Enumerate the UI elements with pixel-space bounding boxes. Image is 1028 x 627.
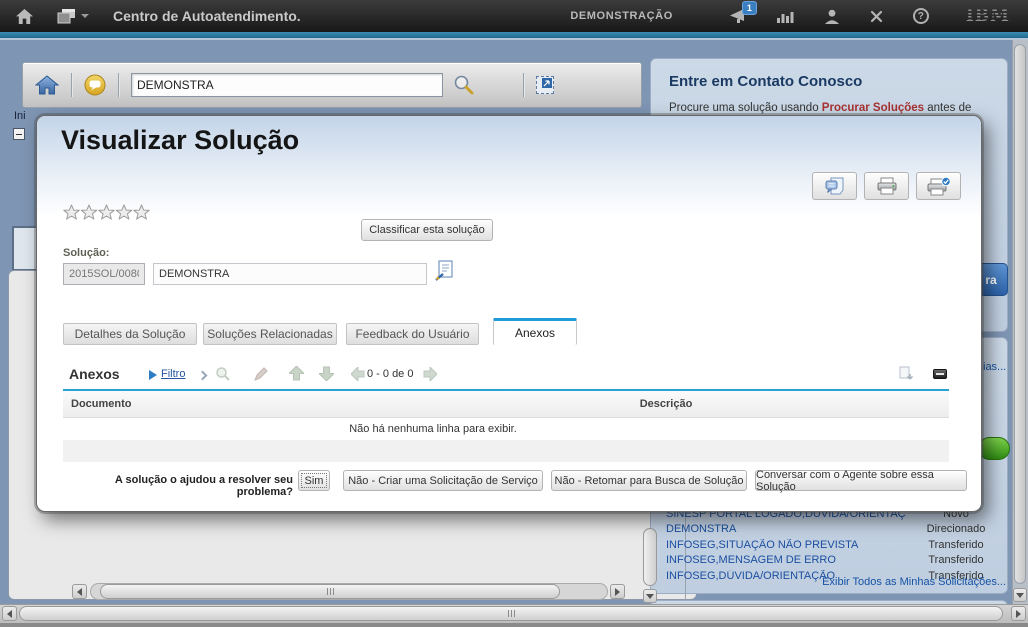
filter-run-icon[interactable] <box>149 370 157 380</box>
move-up-icon-disabled <box>289 366 304 386</box>
notification-badge: 1 <box>742 1 757 15</box>
export-icon-disabled <box>898 366 914 387</box>
section-title: Anexos <box>69 366 120 382</box>
solution-id-field[interactable] <box>63 263 145 285</box>
requests-list: SINESP PORTAL LOGADO,DÚVIDA/ORIENTAÇÃO N… <box>666 506 1006 584</box>
minimize-icon[interactable] <box>933 369 947 379</box>
scroll-left-button[interactable] <box>72 584 87 599</box>
scroll-right-button[interactable] <box>1011 606 1026 621</box>
move-down-icon-disabled <box>319 366 334 386</box>
table-empty-message: Não há nenhuma linha para exibir. <box>63 418 803 440</box>
dialog-title: Visualizar Solução <box>61 125 299 156</box>
long-description-icon[interactable] <box>435 260 454 286</box>
question-label: A solução o ajudou a resolver seu proble… <box>57 474 293 498</box>
body-text: Procure uma solução usando <box>669 102 822 114</box>
tab-related-solutions[interactable]: Soluções Relacionadas <box>203 323 337 345</box>
app-title: Centro de Autoatendimento. <box>113 8 301 24</box>
background-text-fragment: Ini <box>14 110 26 122</box>
list-item: INFOSEG,MENSAGEM DE ERRO Transferido <box>666 553 1006 569</box>
answer-yes-button[interactable]: Sim <box>298 470 330 491</box>
home-icon[interactable] <box>35 75 59 95</box>
announcement-icon[interactable]: 1 <box>728 9 746 23</box>
request-link[interactable]: INFOSEG,SITUAÇÃO NÃO PREVISTA <box>666 539 906 551</box>
separator <box>71 73 72 97</box>
panel-link-fragment[interactable]: ias... <box>983 361 1006 373</box>
tab-attachments[interactable]: Anexos <box>493 318 577 345</box>
status-indicator-fragment <box>978 437 1010 460</box>
scrollbar-thumb[interactable] <box>19 606 1003 621</box>
chevron-right-icon[interactable] <box>198 371 208 381</box>
rate-solution-button[interactable]: Classificar esta solução <box>361 219 493 241</box>
print-check-button[interactable] <box>916 172 961 200</box>
request-link[interactable]: INFOSEG,MENSAGEM DE ERRO <box>666 554 906 566</box>
tab-user-feedback[interactable]: Feedback do Usuário <box>346 323 479 345</box>
pagination-label: 0 - 0 de 0 <box>367 368 413 380</box>
ibm-logo: IBM <box>966 6 1010 26</box>
scrollbar-thumb[interactable] <box>1014 44 1026 584</box>
collapse-icon[interactable] <box>13 128 25 140</box>
solution-description-field[interactable] <box>153 263 427 285</box>
solution-label: Solução: <box>63 247 109 259</box>
answer-return-search-button[interactable]: Não - Retomar para Busca de Solução <box>551 470 747 491</box>
scroll-right-button[interactable] <box>610 584 625 599</box>
expand-icon[interactable] <box>536 76 554 94</box>
print-button[interactable] <box>864 172 909 200</box>
chat-icon[interactable] <box>84 74 106 96</box>
main-toolbar <box>22 62 642 108</box>
scroll-down-button[interactable] <box>1013 588 1027 602</box>
next-page-icon-disabled <box>423 367 437 386</box>
filter-link[interactable]: Filtro <box>161 368 185 380</box>
search-icon-disabled <box>215 366 231 387</box>
prev-page-icon-disabled <box>351 367 365 386</box>
scroll-left-button[interactable] <box>2 606 17 621</box>
list-item: INFOSEG,SITUAÇÃO NÃO PREVISTA Transferid… <box>666 537 1006 553</box>
highlight-strip <box>0 38 1028 40</box>
search-input[interactable] <box>131 73 443 97</box>
scroll-down-button[interactable] <box>643 589 657 603</box>
table-header: Documento Descrição <box>63 391 949 418</box>
search-solutions-link[interactable]: Procurar Soluções <box>822 102 924 114</box>
request-link[interactable]: DEMONSTRA <box>666 523 906 535</box>
view-solution-dialog: Visualizar Solução <box>36 115 982 512</box>
list-item: DEMONSTRA Direcionado <box>666 522 1006 538</box>
user-icon[interactable] <box>824 9 840 24</box>
show-all-requests-link[interactable]: Exibir Todos as Minhas Solicitações... <box>666 576 1006 588</box>
comment-button[interactable] <box>812 172 857 200</box>
top-bar: Centro de Autoatendimento. DEMONSTRAÇÃO … <box>0 0 1028 32</box>
edit-icon-disabled <box>253 366 269 387</box>
environment-label: DEMONSTRAÇÃO <box>570 10 673 22</box>
home-icon[interactable] <box>16 9 33 24</box>
rating-stars[interactable] <box>63 204 151 221</box>
status-badge: Transferido <box>906 554 1006 566</box>
status-badge: Transferido <box>906 539 1006 551</box>
search-icon[interactable] <box>453 74 475 96</box>
column-header-document: Documento <box>63 398 383 410</box>
answer-chat-agent-button[interactable]: Conversar com o Agente sobre essa Soluçã… <box>755 470 967 491</box>
scrollbar-thumb[interactable] <box>100 584 560 599</box>
separator <box>523 73 524 97</box>
app-menu-icon[interactable] <box>57 9 89 24</box>
help-icon[interactable] <box>913 8 929 24</box>
dialog-toolbar <box>812 172 961 200</box>
chart-icon[interactable] <box>776 9 794 23</box>
answer-create-request-button[interactable]: Não - Criar uma Solicitação de Serviço <box>343 470 543 491</box>
close-icon[interactable] <box>870 10 883 23</box>
chevron-down-icon <box>81 14 89 18</box>
window-edge <box>0 623 1028 627</box>
column-header-description: Descrição <box>383 398 949 410</box>
separator <box>118 73 119 97</box>
table-row <box>63 440 949 462</box>
panel-title: Entre em Contato Conosco <box>669 73 1007 90</box>
scrollbar-thumb[interactable] <box>643 528 657 586</box>
status-badge: Direcionado <box>906 523 1006 535</box>
tab-solution-details[interactable]: Detalhes da Solução <box>63 323 197 345</box>
